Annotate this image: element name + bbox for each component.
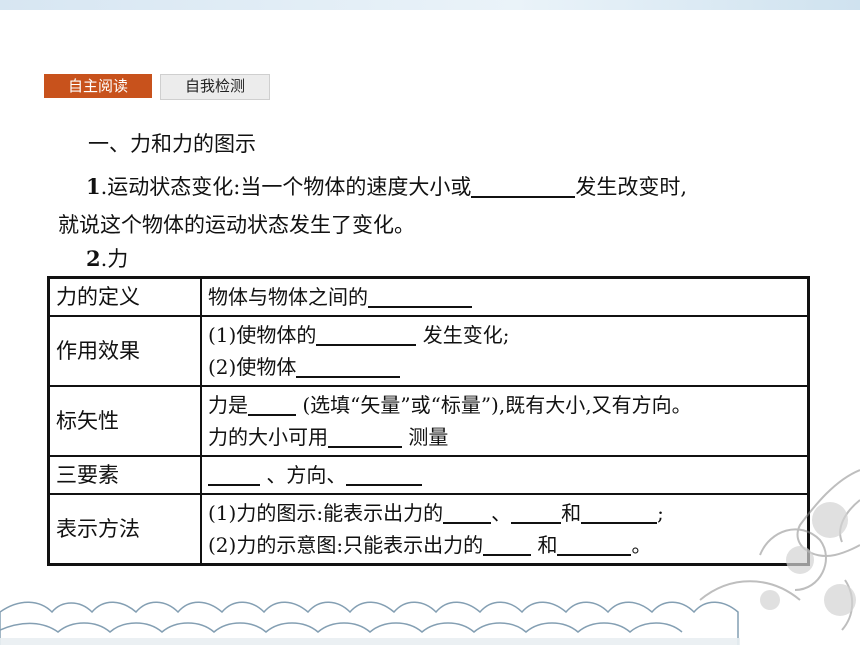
blank-field: [471, 176, 576, 198]
blank-field: [296, 356, 401, 378]
row-content-effect: (1)使物体的 发生变化; (2)使物体: [200, 315, 810, 387]
row-head-effect: 作用效果: [47, 315, 202, 387]
cell-text: 、: [491, 501, 512, 525]
force-table: 力的定义 物体与物体之间的 作用效果 (1)使物体的 发生变化; (2)使物体 …: [47, 276, 810, 566]
cell-text: ;: [657, 501, 664, 525]
blank-field: [346, 464, 423, 486]
tab-self-reading[interactable]: 自主阅读: [44, 74, 152, 98]
blank-field: [443, 502, 492, 524]
blank-field: [368, 286, 472, 308]
cell-text: 。: [631, 533, 652, 557]
row-head-representation: 表示方法: [47, 493, 202, 566]
blank-field: [328, 426, 402, 448]
cell-text: 力的大小可用: [208, 425, 328, 449]
table-row: 三要素 、方向、: [47, 455, 810, 495]
cell-text: 和: [561, 501, 582, 525]
cell-text: 发生变化;: [422, 323, 510, 347]
cell-text: (选填“矢量”或“标量”),既有大小,又有方向。: [302, 393, 692, 417]
table-row: 作用效果 (1)使物体的 发生变化; (2)使物体: [47, 315, 810, 387]
blank-field: [483, 534, 532, 556]
table-row: 力的定义 物体与物体之间的: [47, 276, 810, 317]
blank-field: [557, 534, 632, 556]
cell-text: (2)使物体: [208, 355, 297, 379]
blank-field: [316, 324, 417, 346]
cell-text: 、方向、: [266, 463, 347, 487]
row-head-elements: 三要素: [47, 455, 202, 495]
row-content-elements: 、方向、: [200, 455, 810, 495]
top-gradient-bar: [0, 0, 860, 10]
tab-bar: 自主阅读 自我检测: [44, 74, 270, 100]
cell-text: 物体与物体之间的: [208, 285, 368, 309]
blank-field: [208, 464, 260, 486]
table-row: 表示方法 (1)力的图示:能表示出力的、和; (2)力的示意图:只能表示出力的 …: [47, 493, 810, 566]
item-2-heading: 2.力: [86, 243, 128, 273]
item-1-text-b: 发生改变时,: [575, 175, 688, 199]
row-head-vector: 标矢性: [47, 385, 202, 457]
row-content-vector: 力是 (选填“矢量”或“标量”),既有大小,又有方向。 力的大小可用 测量: [200, 385, 810, 457]
cell-text: (2)力的示意图:只能表示出力的: [208, 533, 484, 557]
tab-self-check[interactable]: 自我检测: [160, 74, 270, 100]
cell-text: 力是: [208, 393, 248, 417]
row-content-representation: (1)力的图示:能表示出力的、和; (2)力的示意图:只能表示出力的 和。: [200, 493, 810, 566]
section-heading: 一、力和力的图示: [88, 132, 256, 156]
row-content-definition: 物体与物体之间的: [200, 276, 810, 317]
table-row: 标矢性 力是 (选填“矢量”或“标量”),既有大小,又有方向。 力的大小可用 测…: [47, 385, 810, 457]
blank-field: [511, 502, 562, 524]
item-1-paragraph: 1.运动状态变化:当一个物体的速度大小或 发生改变时, 就说这个物体的运动状态发生…: [58, 168, 818, 244]
item-2-text: .力: [100, 247, 129, 271]
item-1-number: 1: [86, 174, 101, 199]
item-1-text-a: .运动状态变化:当一个物体的速度大小或: [100, 175, 472, 199]
item-2-number: 2: [86, 246, 101, 271]
cell-text: 和: [537, 533, 558, 557]
row-head-definition: 力的定义: [47, 276, 202, 317]
cell-text: (1)力的图示:能表示出力的: [208, 501, 444, 525]
item-1-text-c: 就说这个物体的运动状态发生了变化。: [58, 213, 415, 237]
blank-field: [581, 502, 658, 524]
cell-text: 测量: [408, 425, 449, 449]
blank-field: [248, 394, 296, 416]
cell-text: (1)使物体的: [208, 323, 317, 347]
